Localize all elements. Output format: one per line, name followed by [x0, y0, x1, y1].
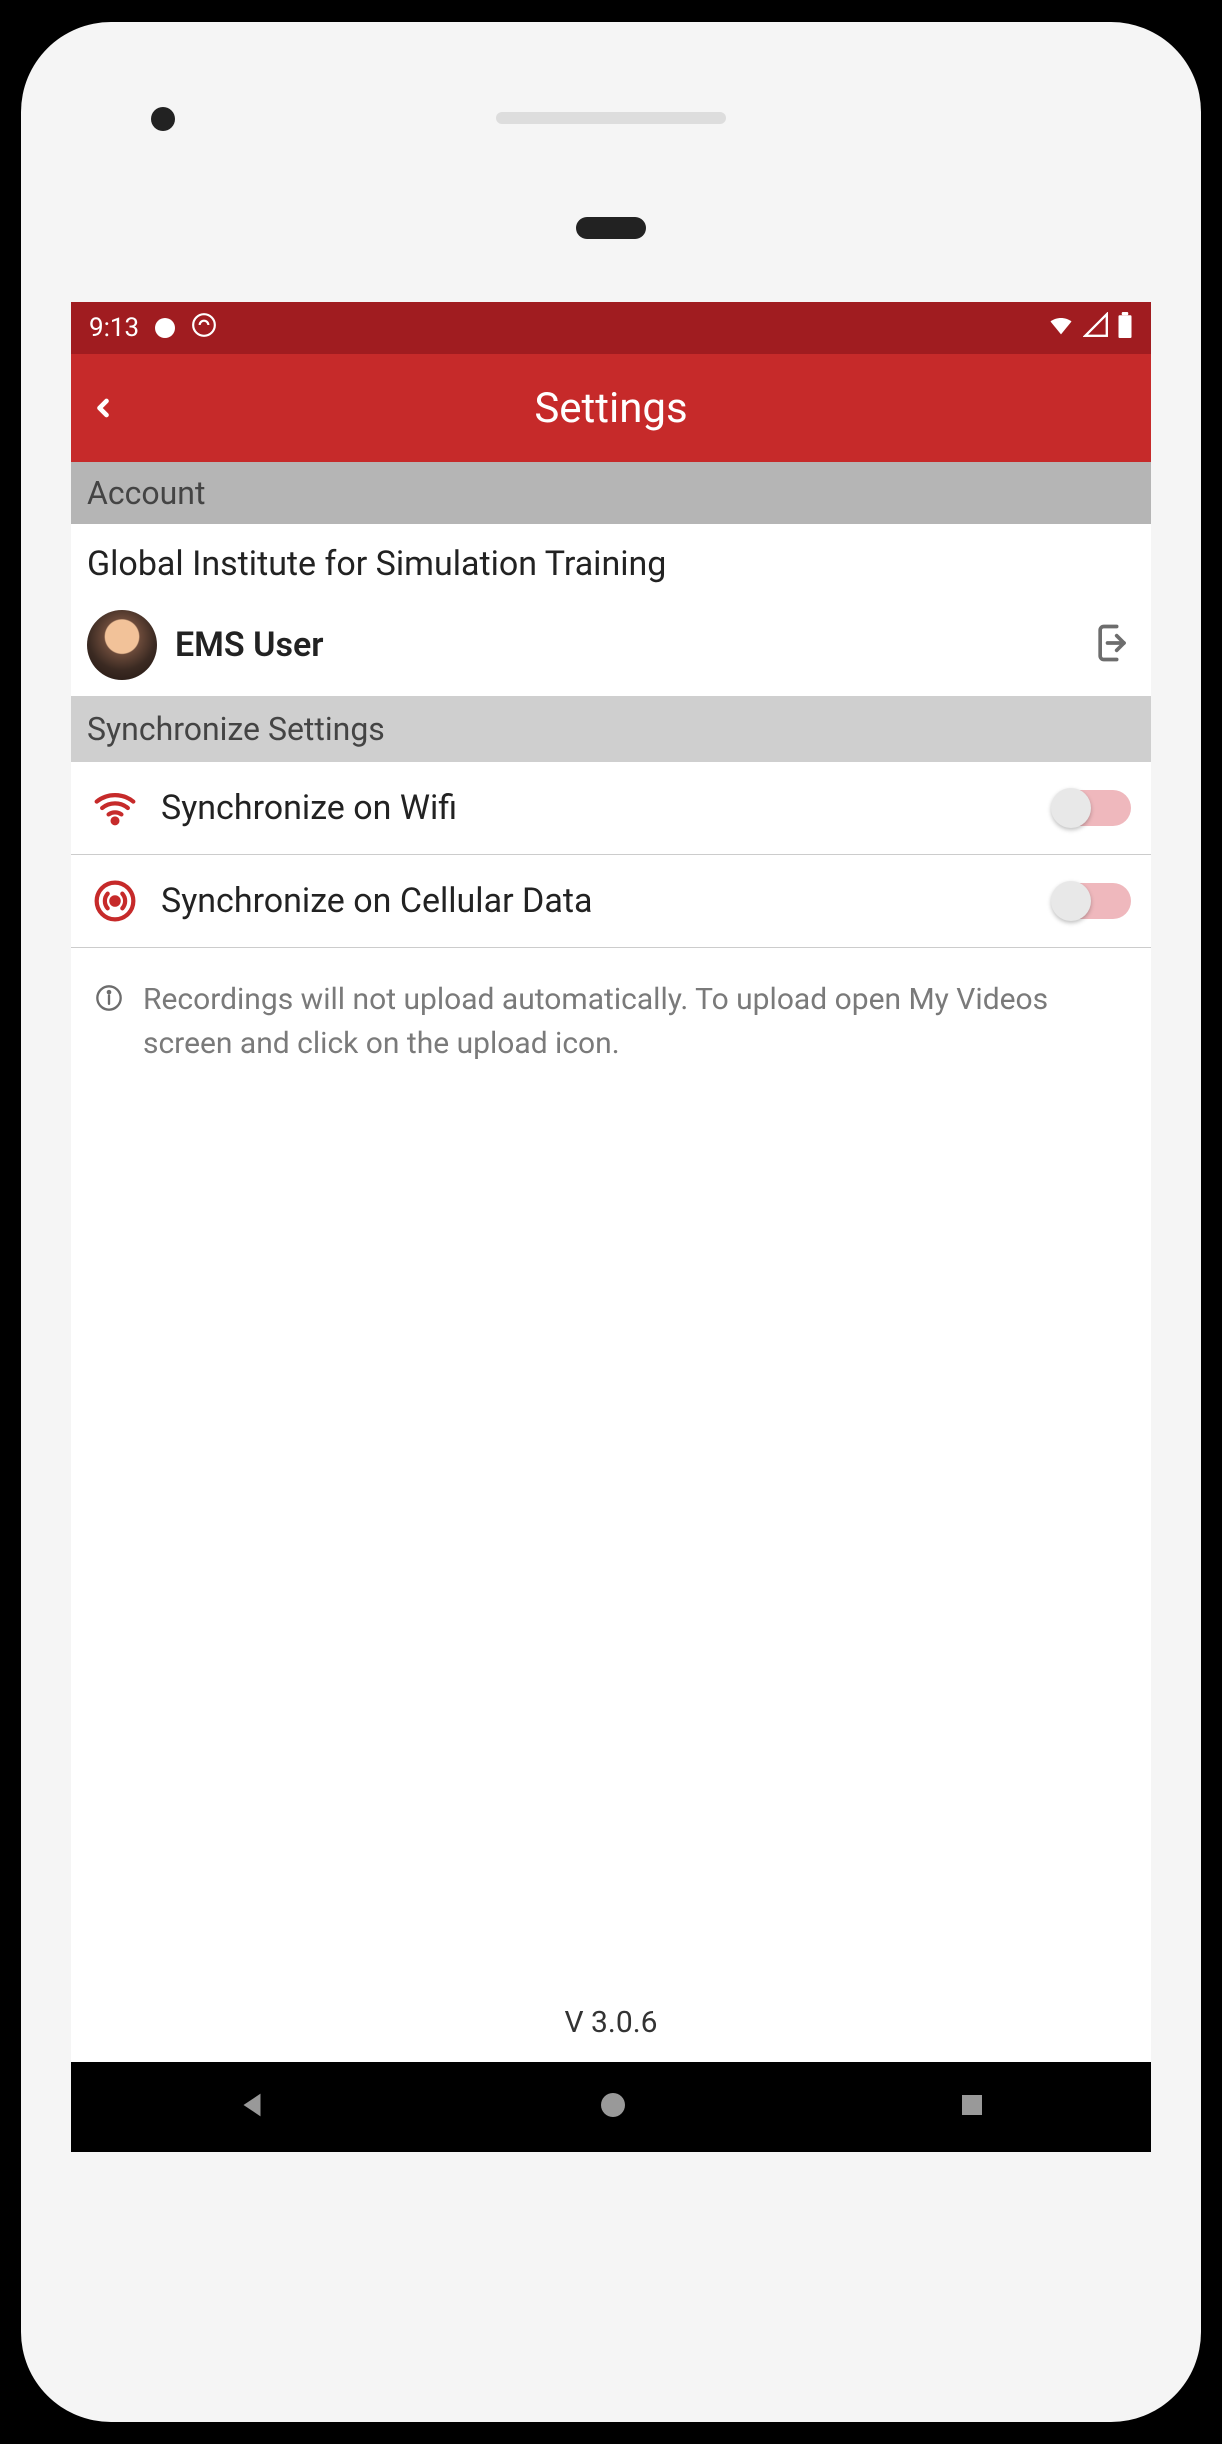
toggle-knob — [1051, 881, 1091, 921]
avatar — [87, 610, 157, 680]
phone-sensor — [576, 217, 646, 239]
back-chevron-icon — [89, 388, 117, 428]
org-name: Global Institute for Simulation Training — [71, 524, 1151, 594]
version-label: V 3.0.6 — [71, 1983, 1151, 2062]
status-time: 9:13 — [89, 313, 139, 343]
toggle-wifi[interactable] — [1053, 790, 1131, 826]
battery-icon — [1117, 312, 1133, 345]
status-app-icon — [191, 312, 217, 345]
wifi-icon — [91, 784, 139, 832]
nav-recent-button[interactable] — [957, 2090, 987, 2124]
nav-back-button[interactable] — [235, 2088, 269, 2126]
wifi-status-icon — [1047, 311, 1075, 346]
setting-label-cellular: Synchronize on Cellular Data — [161, 881, 1031, 921]
toggle-knob — [1051, 788, 1091, 828]
section-header-sync: Synchronize Settings — [71, 696, 1151, 762]
status-bar: 9:13 — [71, 302, 1151, 354]
app-bar: Settings — [71, 354, 1151, 462]
cellular-icon — [91, 877, 139, 925]
page-title: Settings — [149, 384, 1133, 433]
spacer — [71, 1095, 1151, 1983]
nav-home-button[interactable] — [597, 2089, 629, 2125]
toggle-cellular[interactable] — [1053, 883, 1131, 919]
back-button[interactable] — [89, 388, 149, 428]
info-row: Recordings will not upload automatically… — [71, 948, 1151, 1095]
user-name: EMS User — [175, 625, 1073, 665]
setting-row-cellular: Synchronize on Cellular Data — [71, 855, 1151, 948]
section-header-account: Account — [71, 462, 1151, 524]
status-right — [1047, 311, 1133, 346]
phone-speaker — [496, 112, 726, 124]
info-icon — [95, 984, 125, 1014]
setting-label-wifi: Synchronize on Wifi — [161, 788, 1031, 828]
status-left: 9:13 — [89, 312, 217, 345]
signal-icon — [1083, 312, 1109, 345]
setting-row-wifi: Synchronize on Wifi — [71, 762, 1151, 855]
android-nav-bar — [71, 2062, 1151, 2152]
phone-camera — [151, 107, 175, 131]
user-row: EMS User — [71, 594, 1151, 696]
logout-button[interactable] — [1091, 621, 1135, 669]
logout-icon — [1091, 621, 1135, 665]
screen: 9:13 Sett — [71, 302, 1151, 2152]
info-text: Recordings will not upload automatically… — [143, 978, 1127, 1065]
phone-frame: 9:13 Sett — [21, 22, 1201, 2422]
status-dot-icon — [155, 318, 175, 338]
